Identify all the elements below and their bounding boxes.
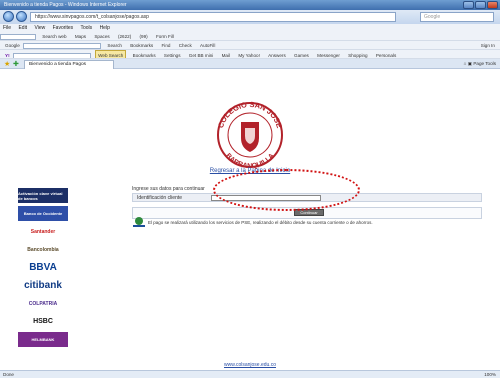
tb2-search[interactable]: Search bbox=[105, 41, 124, 49]
yahoo-toolbar: Y! Web Search Bookmarks Settings Get BB … bbox=[0, 50, 500, 59]
zoom-level[interactable]: 100% bbox=[484, 371, 496, 378]
live-toolbar: Search web Maps Spaces (2622) (99) Form … bbox=[0, 32, 500, 41]
colegio-san-jose-logo: COLEGIO SAN JOSE BARRANQUILLA bbox=[216, 100, 284, 170]
tb1-msn-count[interactable]: (99) bbox=[138, 32, 150, 40]
tb1-search[interactable]: Search web bbox=[40, 32, 68, 40]
favorites-star-icon[interactable]: ★ bbox=[4, 60, 10, 68]
bank-logo-hsbc[interactable]: HSBC bbox=[18, 314, 68, 329]
status-text: Done bbox=[3, 372, 14, 377]
tb2-check[interactable]: Check bbox=[177, 41, 194, 49]
google-search-input[interactable] bbox=[23, 42, 102, 49]
yahoo-search-input[interactable] bbox=[12, 52, 91, 58]
add-favorite-icon[interactable]: ✚ bbox=[13, 60, 19, 68]
menu-help[interactable]: Help bbox=[100, 25, 110, 31]
menu-edit[interactable]: Edit bbox=[18, 25, 27, 31]
tb3-answers[interactable]: Answers bbox=[266, 51, 288, 58]
menu-view[interactable]: View bbox=[34, 25, 45, 31]
tb3-my-yahoo[interactable]: My Yahoo! bbox=[236, 51, 262, 58]
print-icon[interactable]: ▣ bbox=[468, 61, 472, 66]
address-bar[interactable]: https://www.sinvpagos.com/t_colsanjose/p… bbox=[30, 12, 396, 22]
minimize-button[interactable] bbox=[463, 1, 474, 9]
command-bar: ⌂ ▣ Page Tools bbox=[464, 60, 496, 68]
bank-logo-santander[interactable]: Santander bbox=[18, 224, 68, 239]
tb1-spaces[interactable]: Spaces bbox=[92, 32, 111, 40]
bank-logos: Activación clave virtual de bancos Banco… bbox=[18, 188, 68, 350]
page-menu[interactable]: Page bbox=[473, 61, 484, 66]
live-search-input[interactable] bbox=[0, 33, 36, 40]
back-button[interactable] bbox=[3, 11, 14, 22]
status-bar: Done 100% bbox=[0, 370, 500, 378]
maximize-button[interactable] bbox=[475, 1, 486, 9]
footer-website-link[interactable]: www.colsanjose.edu.co bbox=[0, 362, 500, 368]
google-label: Google bbox=[5, 43, 20, 48]
menu-tools[interactable]: Tools bbox=[80, 25, 92, 31]
tb2-find[interactable]: Find bbox=[160, 41, 173, 49]
bank-logo-aval[interactable]: Activación clave virtual de bancos bbox=[18, 188, 68, 203]
window-controls bbox=[463, 1, 498, 9]
tb3-settings[interactable]: Settings bbox=[162, 51, 183, 58]
close-button[interactable] bbox=[487, 1, 498, 9]
web-search-button[interactable]: Web Search bbox=[95, 50, 127, 58]
tab-row: ★ ✚ Bienvenido a tienda Pagos ⌂ ▣ Page T… bbox=[0, 59, 500, 69]
yahoo-logo: Y! bbox=[5, 53, 10, 58]
client-id-label: Identificación cliente bbox=[137, 195, 183, 201]
tb1-form-fill[interactable]: Form Fill bbox=[154, 32, 176, 40]
tb2-autofill[interactable]: AutoFill bbox=[198, 41, 217, 49]
bank-logo-colpatria[interactable]: COLPATRIA bbox=[18, 296, 68, 311]
menu-favorites[interactable]: Favorites bbox=[53, 25, 74, 31]
tab-label: Bienvenido a tienda Pagos bbox=[29, 62, 87, 67]
tools-menu[interactable]: Tools bbox=[485, 61, 496, 66]
page-content: COLEGIO SAN JOSE BARRANQUILLA Regresar a… bbox=[0, 70, 500, 370]
bank-logo-occidente[interactable]: Banco de Occidente bbox=[18, 206, 68, 221]
google-toolbar: Google Search Bookmarks Find Check AutoF… bbox=[0, 41, 500, 50]
pse-notice: El pago se realizará utilizando los serv… bbox=[132, 216, 492, 230]
tb3-mail[interactable]: Mail bbox=[220, 51, 232, 58]
tb3-personals[interactable]: Personals bbox=[374, 51, 398, 58]
tb1-mail-count[interactable]: (2622) bbox=[116, 32, 133, 40]
search-input[interactable]: Google bbox=[420, 12, 494, 22]
bank-logo-bancolombia[interactable]: Bancolombia bbox=[18, 242, 68, 257]
google-signin-link[interactable]: Sign In bbox=[479, 41, 497, 49]
menu-file[interactable]: File bbox=[3, 25, 11, 31]
forward-button[interactable] bbox=[16, 11, 27, 22]
tb1-maps[interactable]: Maps bbox=[73, 32, 88, 40]
tb2-bookmarks[interactable]: Bookmarks bbox=[128, 41, 155, 49]
bank-logo-bbva[interactable]: BBVA bbox=[18, 260, 68, 275]
bank-logo-citibank[interactable]: citibank bbox=[18, 278, 68, 293]
tb3-shopping[interactable]: Shopping bbox=[346, 51, 369, 58]
menu-bar: File Edit View Favorites Tools Help bbox=[0, 24, 500, 32]
home-icon[interactable]: ⌂ bbox=[464, 61, 467, 66]
window-title: Bienvenido a tienda Pagos - Windows Inte… bbox=[4, 2, 127, 8]
bank-logo-helm[interactable]: HELMBANK bbox=[18, 332, 68, 347]
pse-logo-icon bbox=[133, 217, 145, 227]
address-row: https://www.sinvpagos.com/t_colsanjose/p… bbox=[0, 10, 500, 24]
red-dotted-highlight bbox=[213, 169, 360, 211]
window-titlebar: Bienvenido a tienda Pagos - Windows Inte… bbox=[0, 0, 500, 10]
tb3-bookmarks[interactable]: Bookmarks bbox=[131, 51, 158, 58]
tab-pagos[interactable]: Bienvenido a tienda Pagos bbox=[24, 60, 114, 69]
tb3-games[interactable]: Games bbox=[292, 51, 311, 58]
pse-description: El pago se realizará utilizando los serv… bbox=[148, 220, 373, 225]
tb3-messenger[interactable]: Messenger bbox=[315, 51, 342, 58]
tb3-get-bb-mini[interactable]: Get BB mini bbox=[187, 51, 216, 58]
